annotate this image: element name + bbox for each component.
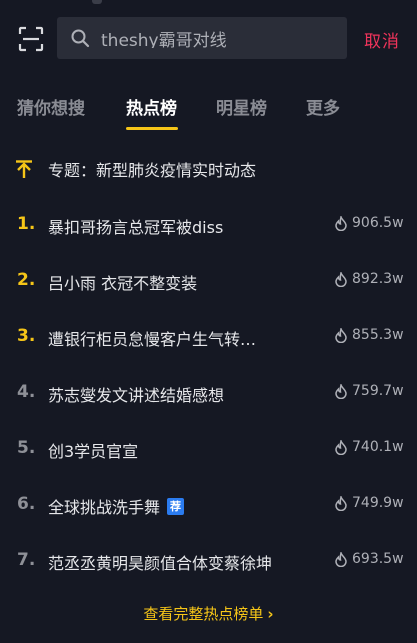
tab-star-list[interactable]: 明星榜 <box>216 94 267 119</box>
heat-number: 759.7w <box>352 383 404 399</box>
hot-item-title: 暴扣哥扬言总冠军被diss <box>48 218 224 237</box>
heat-value: 693.5w <box>334 551 404 567</box>
tab-hot-list[interactable]: 热点榜 <box>126 94 177 119</box>
rank-number: 2. <box>17 270 36 290</box>
flame-icon <box>335 383 347 399</box>
hot-item-title: 全球挑战洗手舞 <box>48 498 161 517</box>
heat-value: 759.7w <box>334 383 404 399</box>
heat-number: 740.1w <box>352 439 404 455</box>
hot-item-title-wrap: 全球挑战洗手舞 荐 <box>48 494 185 518</box>
heat-value: 906.5w <box>334 215 404 231</box>
rank-number: 3. <box>17 326 36 346</box>
hot-list-item[interactable]: 2. 吕小雨 衣冠不整变装 892.3w <box>0 260 417 300</box>
hot-item-title: 吕小雨 衣冠不整变装 <box>48 274 198 293</box>
topic-label: 专题：新型肺炎疫情实时动态 <box>48 161 257 180</box>
view-full-hot-list-link[interactable]: 查看完整热点榜单 › <box>0 603 417 624</box>
hot-list-item[interactable]: 4. 苏志燮发文讲述结婚感想 759.7w <box>0 372 417 412</box>
rank-number: 1. <box>17 214 36 234</box>
heat-value: 892.3w <box>334 271 404 287</box>
hot-item-title: 创3学员官宣 <box>48 442 139 461</box>
hot-list-item[interactable]: 1. 暴扣哥扬言总冠军被diss 906.5w <box>0 204 417 244</box>
heat-number: 906.5w <box>352 215 404 231</box>
tab-more[interactable]: 更多 <box>306 94 340 119</box>
chevron-right-icon: › <box>267 605 274 623</box>
active-tab-indicator <box>126 127 178 130</box>
heat-value: 749.9w <box>334 495 404 511</box>
hot-list-item[interactable]: 3. 遭银行柜员怠慢客户生气转… 855.3w <box>0 316 417 356</box>
flame-icon <box>335 215 347 231</box>
flame-icon <box>335 327 347 343</box>
hot-list-item[interactable]: 6. 全球挑战洗手舞 荐 749.9w <box>0 484 417 524</box>
rank-number: 4. <box>17 382 36 402</box>
hot-list-item[interactable]: 5. 创3学员官宣 740.1w <box>0 428 417 468</box>
cancel-button[interactable]: 取消 <box>364 27 400 52</box>
rank-number: 5. <box>17 438 36 458</box>
hot-item-title: 遭银行柜员怠慢客户生气转… <box>48 330 257 349</box>
status-bar-remnant <box>92 0 102 4</box>
flame-icon <box>335 551 347 567</box>
flame-icon <box>335 439 347 455</box>
heat-number: 693.5w <box>352 551 404 567</box>
heat-number: 892.3w <box>352 271 404 287</box>
recommend-badge: 荐 <box>167 497 185 515</box>
tab-guess-search[interactable]: 猜你想搜 <box>17 94 85 119</box>
search-icon <box>65 28 95 48</box>
heat-number: 749.9w <box>352 495 404 511</box>
tab-bar: 猜你想搜 热点榜 明星榜 更多 <box>0 88 417 134</box>
rank-number: 7. <box>17 550 36 570</box>
scan-icon <box>18 26 44 52</box>
rank-number: 6. <box>17 494 36 514</box>
topic-row[interactable]: 专题：新型肺炎疫情实时动态 <box>0 152 417 186</box>
heat-value: 740.1w <box>334 439 404 455</box>
heat-number: 855.3w <box>352 327 404 343</box>
view-full-hot-list-label: 查看完整热点榜单 <box>143 605 264 623</box>
flame-icon <box>335 271 347 287</box>
search-box[interactable] <box>57 17 347 59</box>
search-input[interactable] <box>95 28 347 48</box>
hot-list-item[interactable]: 7. 范丞丞黄明昊颜值合体变蔡徐坤 693.5w <box>0 540 417 580</box>
heat-value: 855.3w <box>334 327 404 343</box>
flame-icon <box>335 495 347 511</box>
hot-item-title: 范丞丞黄明昊颜值合体变蔡徐坤 <box>48 554 273 573</box>
search-page: 取消 猜你想搜 热点榜 明星榜 更多 专题：新型肺炎疫情实时动态 1. 暴扣哥扬… <box>0 0 417 643</box>
hot-item-title: 苏志燮发文讲述结婚感想 <box>48 386 225 405</box>
arrow-up-topic-icon <box>16 160 32 178</box>
scan-button[interactable] <box>14 22 48 56</box>
